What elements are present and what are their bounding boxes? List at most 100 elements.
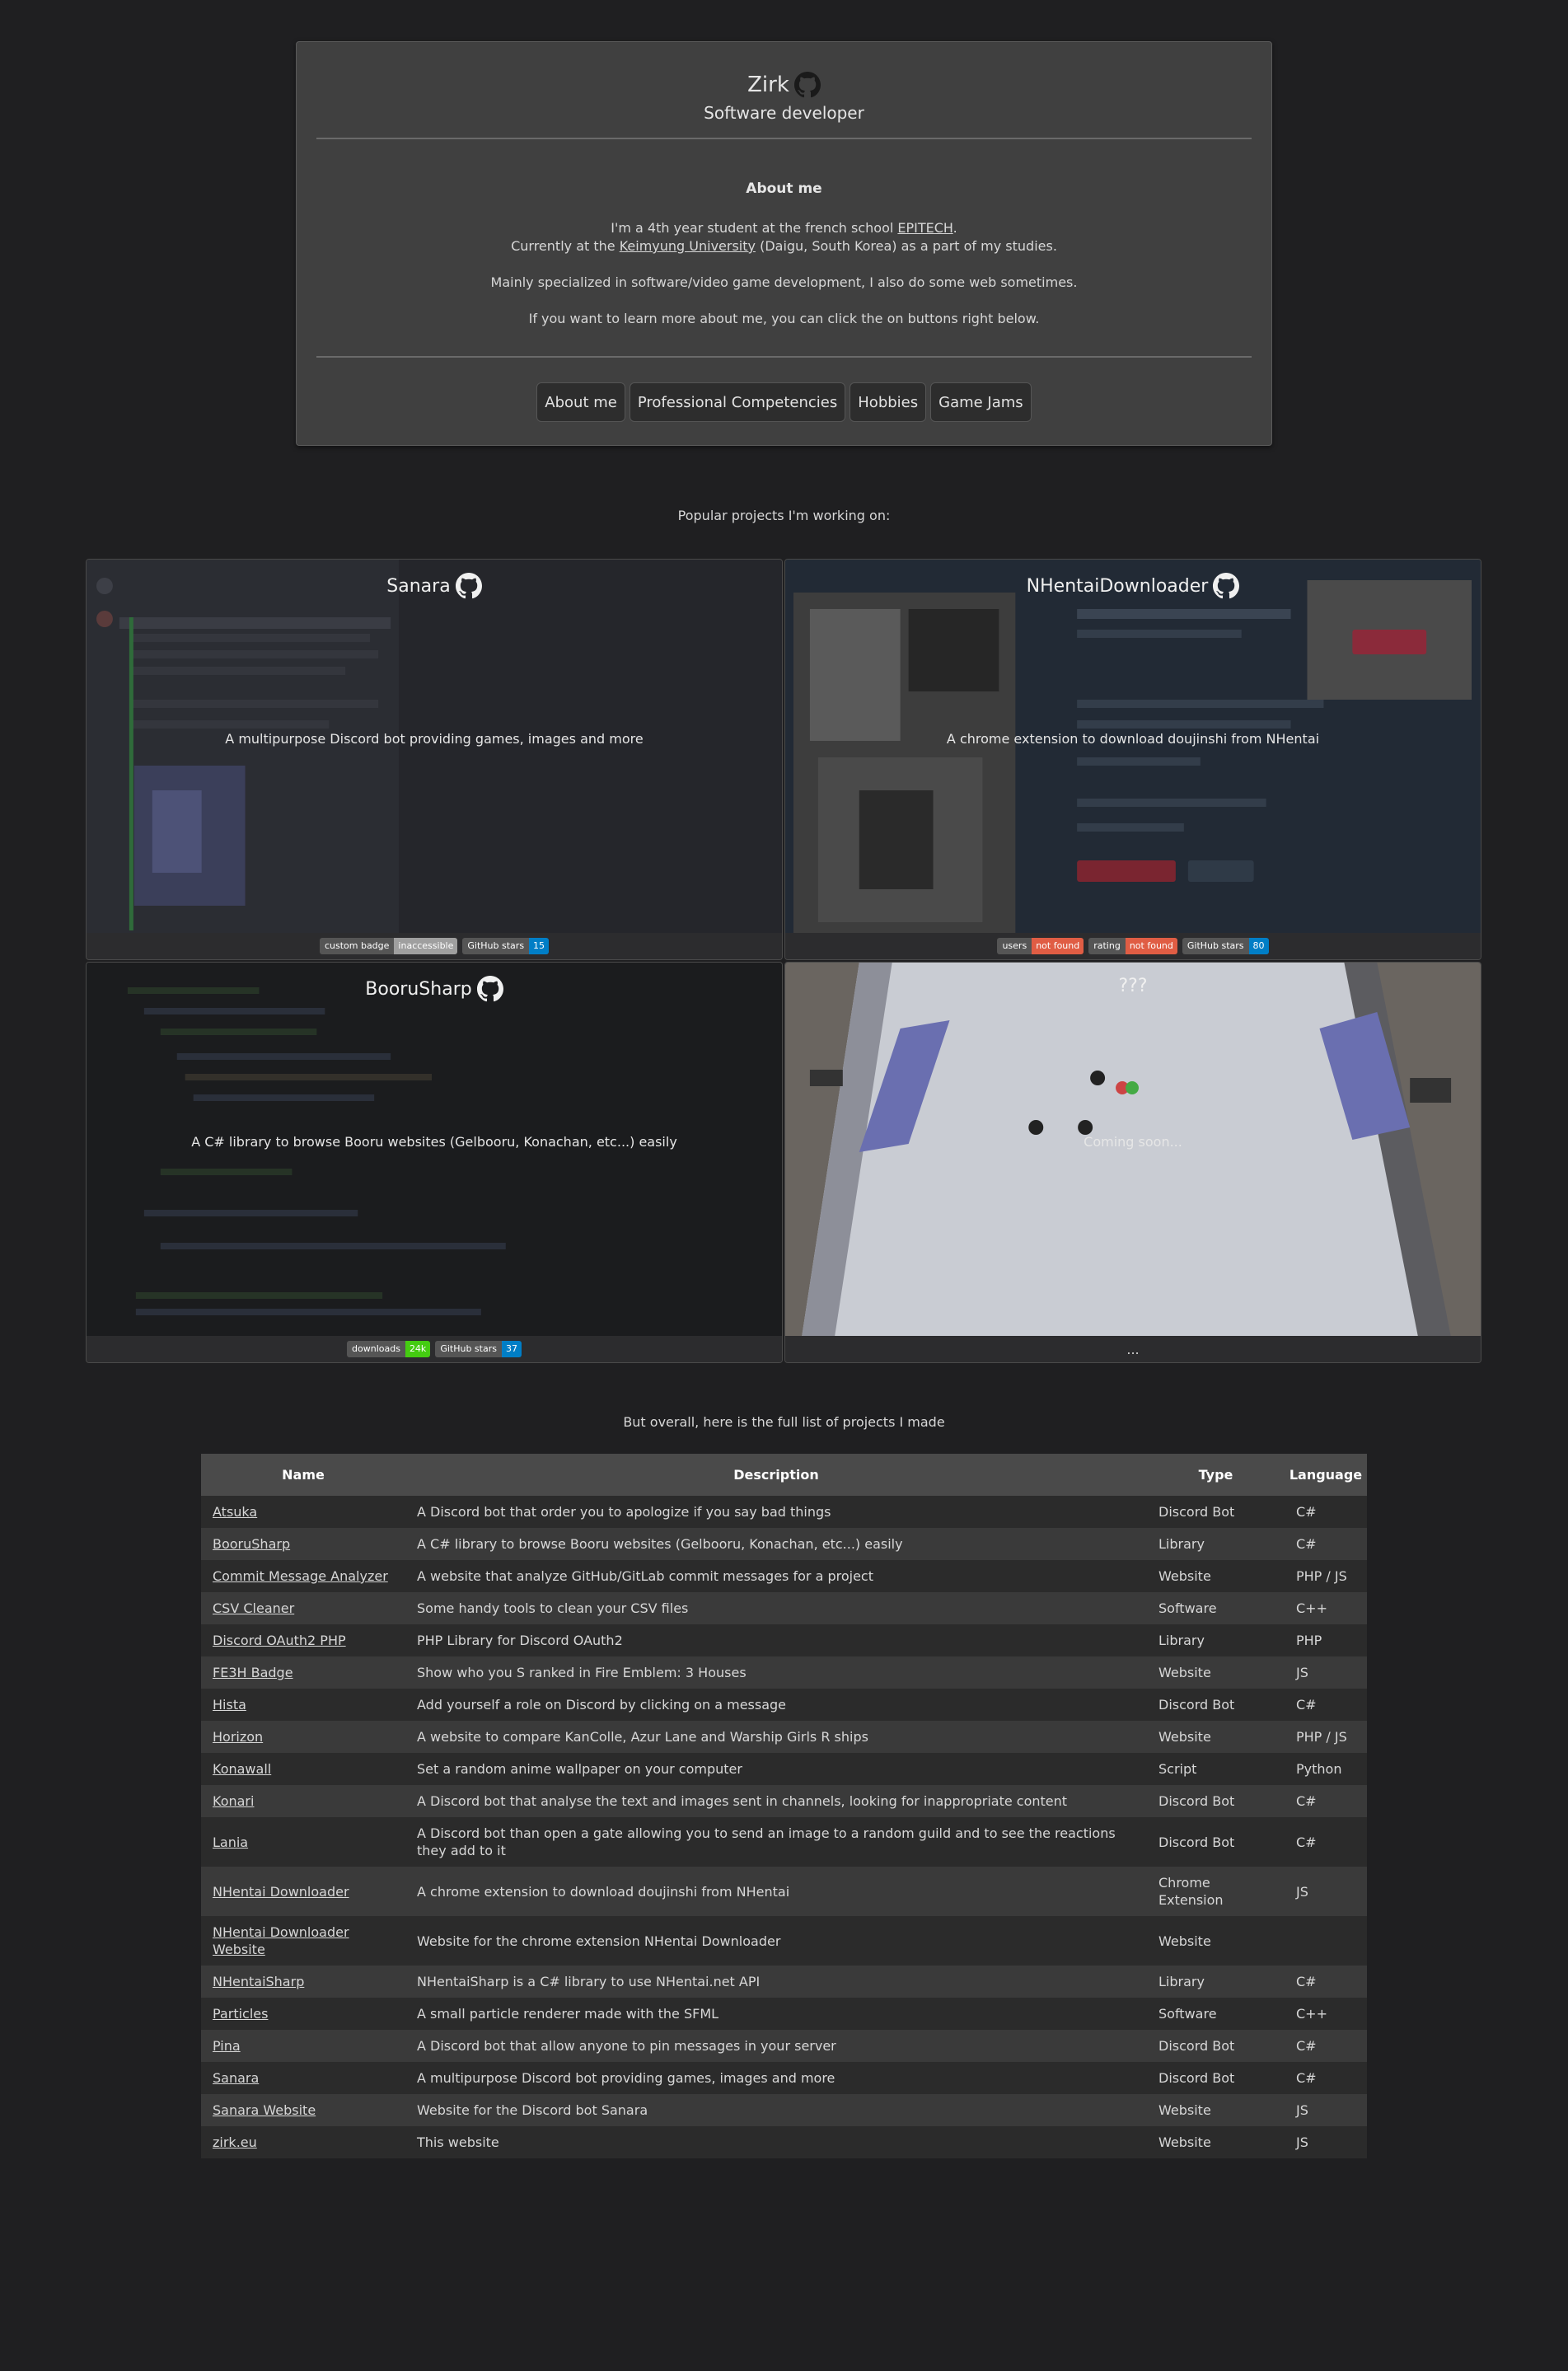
project-name-link[interactable]: Sanara xyxy=(213,2070,259,2086)
table-row: Atsuka A Discord bot that order you to ap… xyxy=(201,1496,1367,1528)
cell-name: CSV Cleaner xyxy=(201,1592,405,1624)
card-footer: users not found rating not found GitHub st… xyxy=(785,933,1481,959)
about-text: (Daigu, South Korea) as a part of my stu… xyxy=(755,238,1057,254)
table-row: CSV Cleaner Some handy tools to clean you… xyxy=(201,1592,1367,1624)
divider xyxy=(316,138,1252,139)
project-card-boorusharp[interactable]: BooruSharp A C# library to browse Booru … xyxy=(86,962,783,1363)
project-description: A C# library to browse Booru websites (G… xyxy=(405,1528,1147,1560)
github-stars-badge: GitHub stars 15 xyxy=(462,938,550,954)
project-description: Set a random anime wallpaper on your com… xyxy=(405,1753,1147,1785)
about-me-button[interactable]: About me xyxy=(536,382,625,422)
cell-name: Hista xyxy=(201,1689,405,1721)
table-row: Commit Message Analyzer A website that an… xyxy=(201,1560,1367,1592)
table-row: Konawall Set a random anime wallpaper on … xyxy=(201,1753,1367,1785)
project-name-link[interactable]: Konawall xyxy=(213,1761,271,1777)
project-card-nhentaidownloader[interactable]: NHentaiDownloader A chrome extension to … xyxy=(784,559,1481,960)
github-stars-badge: GitHub stars 37 xyxy=(435,1341,522,1357)
badge-key: users xyxy=(997,938,1032,954)
game-jams-button[interactable]: Game Jams xyxy=(930,382,1032,422)
table-row: Sanara A multipurpose Discord bot providi… xyxy=(201,2062,1367,2094)
profile-buttons: About me Professional Competencies Hobbi… xyxy=(297,382,1271,422)
card-title: NHentaiDownloader xyxy=(1026,575,1209,597)
cell-name: Particles xyxy=(201,1998,405,2030)
project-language: C# xyxy=(1285,1496,1367,1528)
badge-value: 37 xyxy=(501,1341,522,1357)
project-language: C# xyxy=(1285,1966,1367,1998)
project-description: NHentaiSharp is a C# library to use NHen… xyxy=(405,1966,1147,1998)
project-description: A small particle renderer made with the … xyxy=(405,1998,1147,2030)
project-name-link[interactable]: zirk.eu xyxy=(213,2134,257,2150)
header-name: Name xyxy=(201,1454,405,1496)
epitech-link[interactable]: EPITECH xyxy=(897,220,953,236)
badge-key: GitHub stars xyxy=(435,1341,502,1357)
table-row: Horizon A website to compare KanColle, Az… xyxy=(201,1721,1367,1753)
cell-name: NHentai Downloader xyxy=(201,1867,405,1916)
project-name-link[interactable]: Hista xyxy=(213,1697,246,1713)
projects-table: Name Description Type Language Atsuka A D… xyxy=(201,1454,1367,2158)
professional-competencies-button[interactable]: Professional Competencies xyxy=(629,382,846,422)
badge-value: 24k xyxy=(405,1341,431,1357)
project-name-link[interactable]: NHentai Downloader xyxy=(213,1884,349,1900)
cell-name: Horizon xyxy=(201,1721,405,1753)
about-text: Currently at the xyxy=(511,238,620,254)
project-name-link[interactable]: Konari xyxy=(213,1793,254,1809)
card-description: A C# library to browse Booru websites (G… xyxy=(191,1134,677,1150)
project-language: C# xyxy=(1285,1528,1367,1560)
project-language: JS xyxy=(1285,2094,1367,2126)
badge-value: 80 xyxy=(1248,938,1269,954)
header-language: Language xyxy=(1285,1454,1367,1496)
project-name-link[interactable]: Commit Message Analyzer xyxy=(213,1568,388,1584)
project-language: C# xyxy=(1285,1817,1367,1867)
about-text: I'm a 4th year student at the french sch… xyxy=(611,220,898,236)
project-card-coming-soon[interactable]: ??? Coming soon... ... xyxy=(784,962,1481,1363)
hobbies-button[interactable]: Hobbies xyxy=(850,382,927,422)
github-icon[interactable] xyxy=(1213,573,1240,599)
project-name-link[interactable]: Atsuka xyxy=(213,1504,257,1520)
github-icon[interactable] xyxy=(793,72,821,98)
project-name-link[interactable]: Pina xyxy=(213,2038,241,2054)
project-name-link[interactable]: Particles xyxy=(213,2006,268,2022)
project-name-link[interactable]: FE3H Badge xyxy=(213,1665,293,1680)
project-description: Add yourself a role on Discord by clicki… xyxy=(405,1689,1147,1721)
card-footer: ... xyxy=(785,1336,1481,1362)
about-text: . xyxy=(953,220,957,236)
full-list-label: But overall, here is the full list of pr… xyxy=(623,1414,945,1430)
project-name-link[interactable]: Discord OAuth2 PHP xyxy=(213,1633,346,1648)
project-language: C# xyxy=(1285,2030,1367,2062)
project-description: A Discord bot that order you to apologiz… xyxy=(405,1496,1147,1528)
project-type: Discord Bot xyxy=(1147,1689,1285,1721)
github-icon[interactable] xyxy=(455,573,482,599)
project-type: Library xyxy=(1147,1528,1285,1560)
project-type: Website xyxy=(1147,2126,1285,2158)
divider xyxy=(316,356,1252,358)
project-name-link[interactable]: NHentaiSharp xyxy=(213,1974,304,1989)
project-type: Library xyxy=(1147,1966,1285,1998)
project-card-sanara[interactable]: Sanara A multipurpose Discord bot provid… xyxy=(86,559,783,960)
custom-badge: custom badge inaccessible xyxy=(319,938,458,954)
project-description: PHP Library for Discord OAuth2 xyxy=(405,1624,1147,1656)
cell-name: NHentaiSharp xyxy=(201,1966,405,1998)
project-language xyxy=(1285,1916,1367,1966)
project-name-link[interactable]: CSV Cleaner xyxy=(213,1600,294,1616)
project-description: Some handy tools to clean your CSV files xyxy=(405,1592,1147,1624)
project-name-link[interactable]: Sanara Website xyxy=(213,2102,316,2118)
project-type: Discord Bot xyxy=(1147,1785,1285,1817)
project-name-link[interactable]: NHentai Downloader Website xyxy=(213,1924,349,1957)
cell-name: Atsuka xyxy=(201,1496,405,1528)
project-name-link[interactable]: Lania xyxy=(213,1834,248,1850)
badge-key: GitHub stars xyxy=(462,938,530,954)
cell-name: Konari xyxy=(201,1785,405,1817)
project-name-link[interactable]: BooruSharp xyxy=(213,1536,290,1552)
header-description: Description xyxy=(405,1454,1147,1496)
badge-value: 15 xyxy=(529,938,550,954)
badge-key: downloads xyxy=(347,1341,405,1357)
github-icon[interactable] xyxy=(476,976,503,1002)
project-description: This website xyxy=(405,2126,1147,2158)
table-row: FE3H Badge Show who you S ranked in Fire … xyxy=(201,1656,1367,1689)
keimyung-link[interactable]: Keimyung University xyxy=(620,238,756,254)
project-language: C# xyxy=(1285,1785,1367,1817)
project-language: C# xyxy=(1285,2062,1367,2094)
project-type: Library xyxy=(1147,1624,1285,1656)
project-language: JS xyxy=(1285,2126,1367,2158)
project-name-link[interactable]: Horizon xyxy=(213,1729,263,1745)
